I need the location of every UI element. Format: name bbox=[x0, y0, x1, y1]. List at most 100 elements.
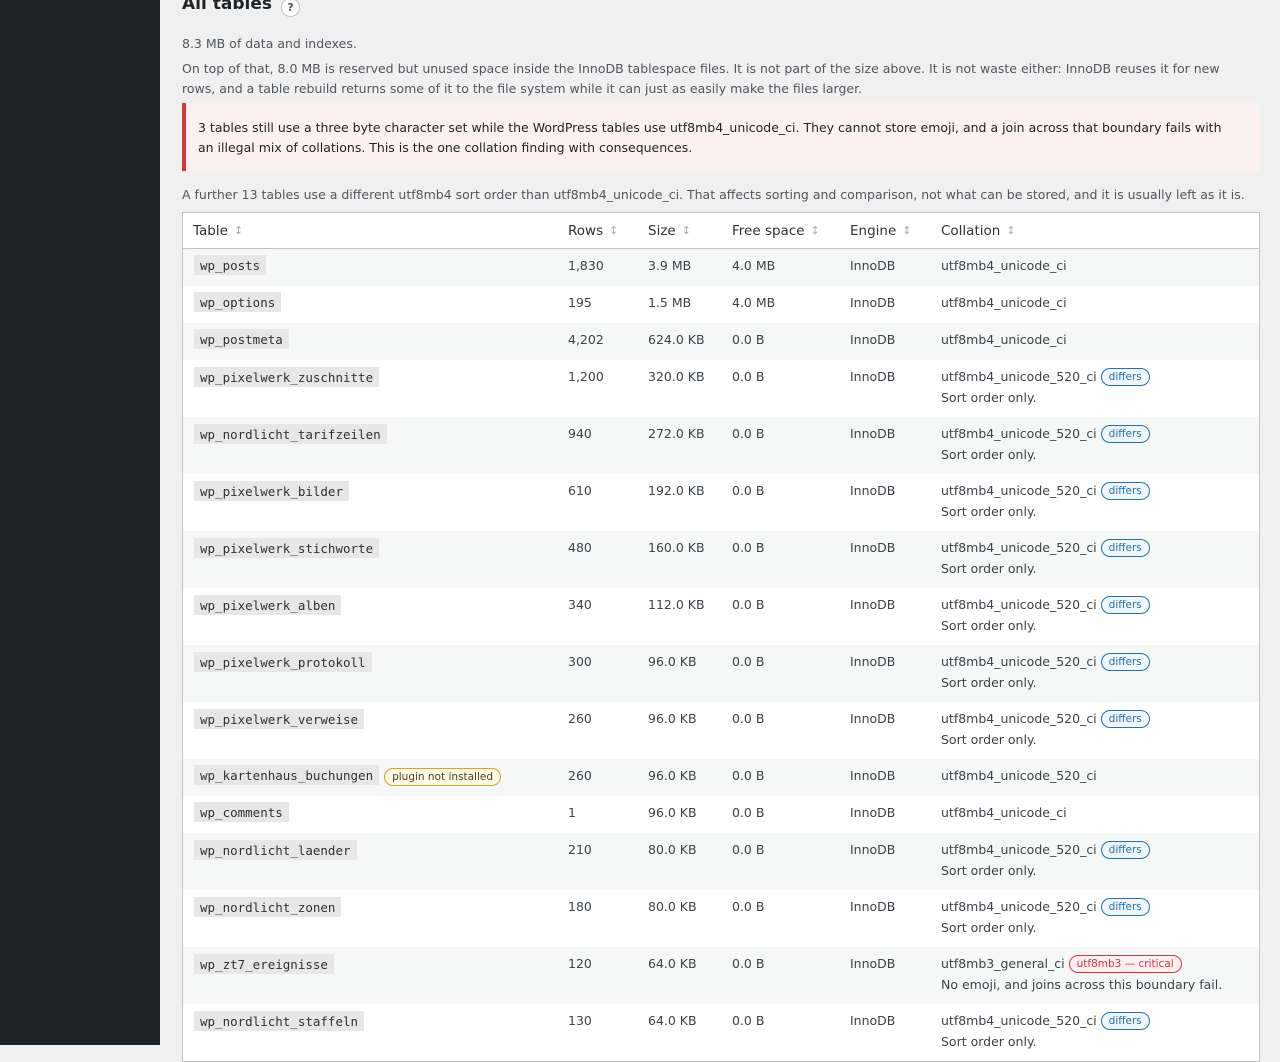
collation-line: utf8mb4_unicode_520_ci differs bbox=[941, 709, 1241, 728]
free-space-cell: 0.0 B bbox=[732, 768, 765, 783]
differs-badge: differs bbox=[1100, 709, 1150, 728]
column-header-engine[interactable]: Engine ↕ bbox=[850, 223, 941, 239]
sort-icon: ↕ bbox=[233, 224, 244, 237]
table-row: wp_posts 1,830 3.9 MB 4.0 MB InnoDB utf8mb4_u… bbox=[183, 249, 1259, 286]
free-space-cell: 4.0 MB bbox=[732, 258, 776, 273]
column-header-free-space[interactable]: Free space ↕ bbox=[732, 223, 850, 239]
rows-cell: 210 bbox=[568, 842, 592, 857]
table-name-cell: wp_nordlicht_laender bbox=[183, 833, 568, 890]
free-space-cell: 0.0 B bbox=[732, 711, 765, 726]
column-header-rows[interactable]: Rows ↕ bbox=[568, 223, 648, 239]
rows-cell: 195 bbox=[568, 295, 592, 310]
collation-cell: utf8mb4_unicode_520_ci differs Sort order … bbox=[941, 833, 1241, 890]
sort-icon: ↕ bbox=[902, 224, 912, 237]
reserved-space-note: On top of that, 8.0 MB is reserved but u… bbox=[182, 61, 1220, 96]
heading-row: All tables ? bbox=[182, 0, 1260, 17]
free-space-cell: 0.0 B bbox=[732, 540, 765, 555]
table-name: wp_nordlicht_tarifzeilen bbox=[194, 424, 387, 444]
collation-value: utf8mb4_unicode_520_ci bbox=[941, 426, 1097, 441]
column-header-collation[interactable]: Collation ↕ bbox=[941, 223, 1241, 239]
tables-table: Table ↕ Rows ↕ Size ↕ Free space ↕ Engine ↕ C… bbox=[182, 212, 1260, 1062]
rows-cell: 1 bbox=[568, 805, 576, 820]
differs-badge: differs bbox=[1100, 897, 1150, 916]
collation-cell: utf8mb4_unicode_520_ci differs Sort order … bbox=[941, 702, 1241, 759]
size-cell: 160.0 KB bbox=[648, 540, 705, 555]
table-name-cell: wp_zt7_ereignisse bbox=[183, 947, 568, 1004]
help-icon[interactable]: ? bbox=[280, 0, 300, 17]
collation-cell: utf8mb4_unicode_520_ci differs Sort order … bbox=[941, 417, 1241, 474]
table-body: wp_posts 1,830 3.9 MB 4.0 MB InnoDB utf8mb4_u… bbox=[183, 249, 1259, 1061]
table-name-cell: wp_options bbox=[183, 286, 568, 323]
collation-value: utf8mb3_general_ci bbox=[941, 956, 1065, 971]
collation-value: utf8mb4_unicode_ci bbox=[941, 332, 1067, 347]
sort-order-note: A further 13 tables use a different utf8… bbox=[182, 187, 1245, 202]
engine-cell: InnoDB bbox=[850, 258, 896, 273]
collation-value: utf8mb4_unicode_ci bbox=[941, 805, 1067, 820]
size-cell: 320.0 KB bbox=[648, 369, 705, 384]
table-name-cell: wp_posts bbox=[183, 249, 568, 286]
table-row: wp_pixelwerk_stichworte 480 160.0 KB 0.0 B I… bbox=[183, 531, 1259, 588]
collation-cell: utf8mb4_unicode_520_ci differs Sort order … bbox=[941, 360, 1241, 417]
collation-note: No emoji, and joins across this boundary… bbox=[941, 977, 1223, 992]
table-name: wp_options bbox=[194, 292, 282, 312]
table-name: wp_pixelwerk_protokoll bbox=[194, 652, 372, 672]
collation-line: utf8mb3_general_ci utf8mb3 — critical bbox=[941, 954, 1241, 973]
engine-cell: InnoDB bbox=[850, 956, 896, 971]
collation-note: Sort order only. bbox=[941, 447, 1037, 462]
size-cell: 96.0 KB bbox=[648, 711, 697, 726]
table-header: Table ↕ Rows ↕ Size ↕ Free space ↕ Engine ↕ C… bbox=[183, 213, 1259, 249]
engine-cell: InnoDB bbox=[850, 711, 896, 726]
admin-sidebar bbox=[0, 0, 160, 1045]
collation-note: Sort order only. bbox=[941, 504, 1037, 519]
collation-error-notice: 3 tables still use a three byte characte… bbox=[182, 103, 1260, 171]
size-cell: 80.0 KB bbox=[648, 842, 697, 857]
table-name: wp_comments bbox=[194, 802, 289, 822]
table-row: wp_pixelwerk_protokoll 300 96.0 KB 0.0 B Inn… bbox=[183, 645, 1259, 702]
collation-value: utf8mb4_unicode_520_ci bbox=[941, 768, 1097, 783]
free-space-cell: 0.0 B bbox=[732, 1013, 765, 1028]
table-row: wp_zt7_ereignisse 120 64.0 KB 0.0 B InnoDB ut… bbox=[183, 947, 1259, 1004]
table-name-cell: wp_pixelwerk_protokoll bbox=[183, 645, 568, 702]
table-name: wp_pixelwerk_verweise bbox=[194, 709, 365, 729]
engine-cell: InnoDB bbox=[850, 805, 896, 820]
collation-line: utf8mb4_unicode_520_ci differs bbox=[941, 367, 1241, 386]
sort-icon: ↕ bbox=[810, 224, 820, 237]
engine-cell: InnoDB bbox=[850, 332, 896, 347]
collation-value: utf8mb4_unicode_520_ci bbox=[941, 540, 1097, 555]
differs-badge: differs bbox=[1100, 367, 1150, 386]
size-cell: 80.0 KB bbox=[648, 899, 697, 914]
collation-cell: utf8mb4_unicode_520_ci differs Sort order … bbox=[941, 531, 1241, 588]
size-cell: 112.0 KB bbox=[648, 597, 705, 612]
collation-line: utf8mb4_unicode_ci bbox=[941, 258, 1241, 273]
free-space-cell: 0.0 B bbox=[732, 597, 765, 612]
size-cell: 64.0 KB bbox=[648, 956, 697, 971]
size-cell: 96.0 KB bbox=[648, 768, 697, 783]
table-name: wp_nordlicht_laender bbox=[194, 840, 357, 860]
table-name: wp_kartenhaus_buchungen bbox=[194, 765, 380, 785]
column-label: Engine bbox=[850, 222, 897, 239]
table-name-cell: wp_pixelwerk_alben bbox=[183, 588, 568, 645]
table-name: wp_nordlicht_zonen bbox=[194, 897, 342, 917]
column-label: Rows bbox=[568, 222, 604, 239]
table-name-cell: wp_nordlicht_staffeln bbox=[183, 1004, 568, 1061]
engine-cell: InnoDB bbox=[850, 540, 896, 555]
table-name-cell: wp_nordlicht_tarifzeilen bbox=[183, 417, 568, 474]
free-space-cell: 0.0 B bbox=[732, 842, 765, 857]
table-name-cell: wp_pixelwerk_stichworte bbox=[183, 531, 568, 588]
table-name: wp_nordlicht_staffeln bbox=[194, 1011, 365, 1031]
table-row: wp_nordlicht_laender 210 80.0 KB 0.0 B InnoD… bbox=[183, 833, 1259, 890]
size-cell: 1.5 MB bbox=[648, 295, 692, 310]
free-space-cell: 0.0 B bbox=[732, 956, 765, 971]
size-cell: 3.9 MB bbox=[648, 258, 692, 273]
table-name: wp_posts bbox=[194, 255, 267, 275]
table-row: wp_pixelwerk_alben 340 112.0 KB 0.0 B InnoDB… bbox=[183, 588, 1259, 645]
column-header-table[interactable]: Table ↕ bbox=[183, 223, 568, 239]
collation-value: utf8mb4_unicode_ci bbox=[941, 295, 1067, 310]
rows-cell: 4,202 bbox=[568, 332, 604, 347]
table-row: wp_nordlicht_zonen 180 80.0 KB 0.0 B InnoDB u… bbox=[183, 890, 1259, 947]
column-label: Collation bbox=[941, 222, 1001, 239]
table-name: wp_pixelwerk_bilder bbox=[194, 481, 349, 501]
differs-badge: differs bbox=[1100, 652, 1150, 671]
column-header-size[interactable]: Size ↕ bbox=[648, 223, 732, 239]
size-cell: 96.0 KB bbox=[648, 805, 697, 820]
